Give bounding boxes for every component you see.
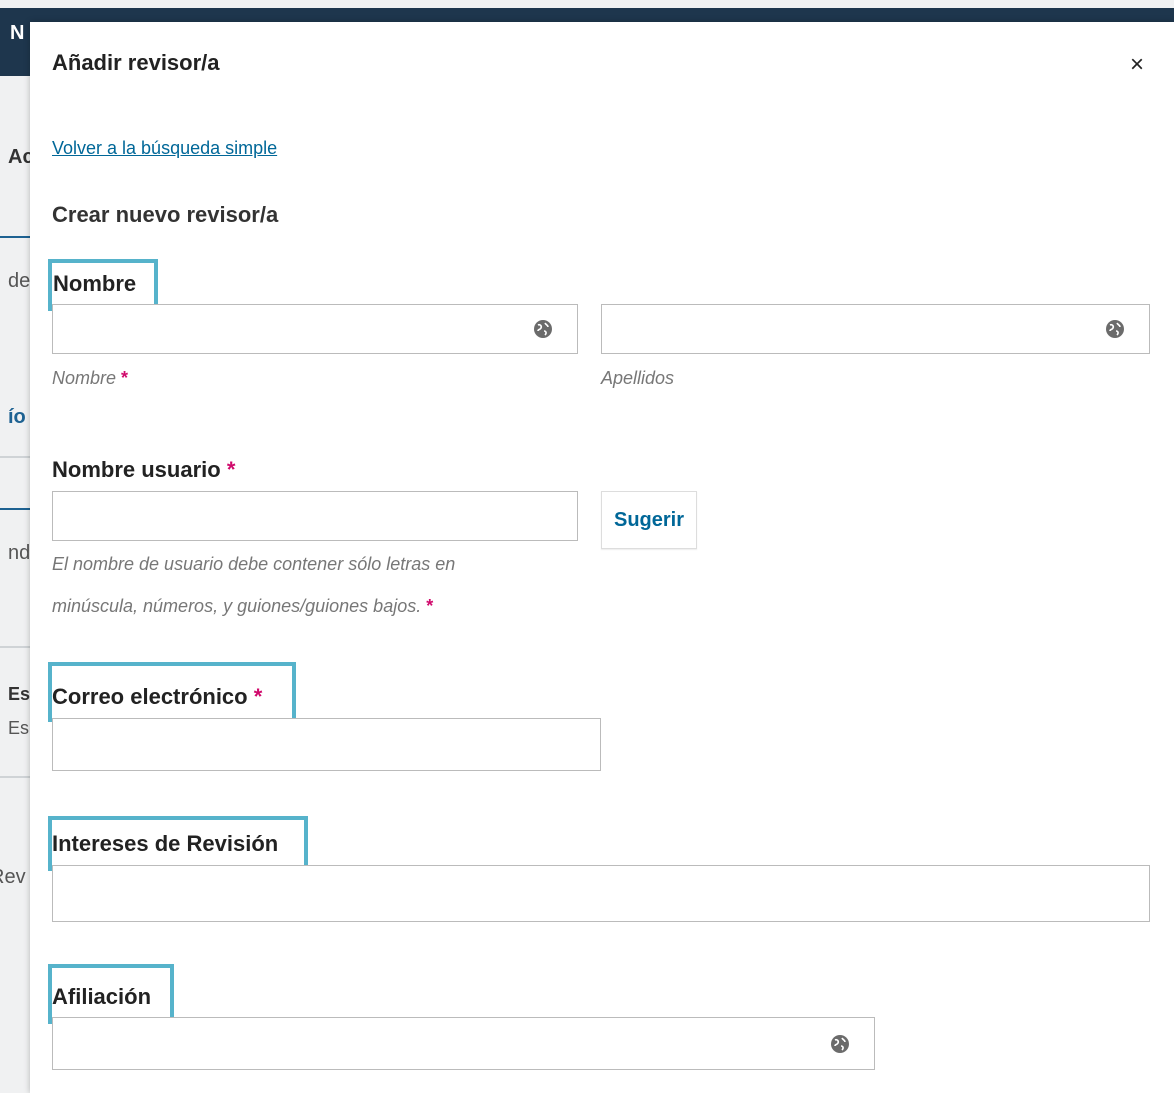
email-label: Correo electrónico *: [52, 684, 262, 710]
globe-icon[interactable]: [830, 1034, 850, 1054]
required-mark: *: [121, 368, 129, 388]
last-name-help: Apellidos: [601, 368, 675, 388]
first-name-help: Nombre *: [52, 358, 128, 398]
globe-icon[interactable]: [533, 319, 553, 339]
first-name-help-text: Nombre: [52, 368, 117, 388]
first-name-input[interactable]: [52, 304, 578, 354]
globe-icon[interactable]: [1105, 319, 1125, 339]
bg-fragment-2: de: [8, 270, 31, 292]
bg-fragment-3: ío: [8, 406, 26, 428]
required-mark: *: [426, 596, 434, 616]
add-reviewer-modal: Añadir revisor/a × Volver a la búsqueda …: [30, 22, 1174, 1093]
required-mark: *: [226, 457, 236, 482]
username-label-text: Nombre usuario: [52, 457, 221, 482]
name-label: Nombre: [53, 271, 137, 296]
bg-divider: [0, 456, 30, 458]
email-input[interactable]: [52, 718, 601, 771]
username-input[interactable]: [52, 491, 578, 541]
username-help-line-1: El nombre de usuario debe contener sólo …: [52, 554, 456, 574]
username-label: Nombre usuario *: [52, 457, 235, 483]
bg-divider: [0, 646, 30, 648]
bg-divider: [0, 776, 30, 778]
bg-fragment-5: Es: [8, 684, 31, 704]
review-interests-label: Intereses de Revisión: [52, 831, 279, 856]
modal-title: Añadir revisor/a: [52, 50, 220, 75]
bg-fragment-6: Es: [8, 718, 30, 738]
last-name-input[interactable]: [601, 304, 1150, 354]
bg-divider: [0, 508, 30, 510]
section-title: Crear nuevo revisor/a: [52, 202, 279, 227]
close-icon[interactable]: ×: [1124, 52, 1150, 78]
app-brand: N: [10, 22, 25, 44]
suggest-button[interactable]: Sugerir: [601, 491, 697, 549]
bg-fragment-7: Rev: [0, 866, 26, 888]
affiliation-label: Afiliación: [52, 984, 152, 1009]
required-mark: *: [253, 684, 263, 709]
bg-fragment-4: nd: [8, 542, 31, 564]
username-help-line-2: minúscula, números, y guiones/guiones ba…: [52, 586, 433, 626]
back-to-simple-search-link[interactable]: Volver a la búsqueda simple: [52, 138, 277, 159]
username-help-text: minúscula, números, y guiones/guiones ba…: [52, 596, 422, 616]
affiliation-input[interactable]: [52, 1017, 875, 1070]
email-label-text: Correo electrónico: [52, 684, 248, 709]
bg-divider: [0, 236, 30, 238]
review-interests-input[interactable]: [52, 865, 1150, 922]
